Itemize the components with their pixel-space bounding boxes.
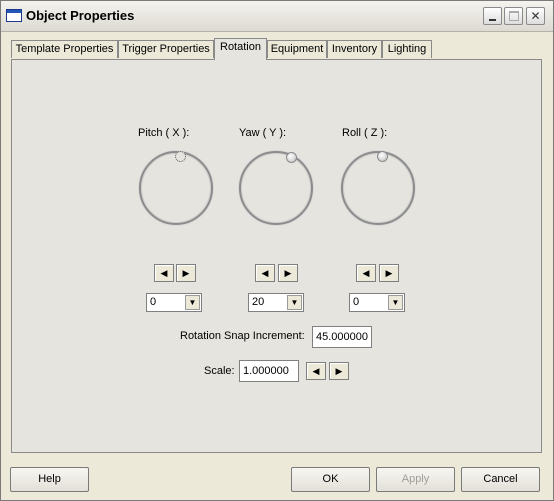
roll-dial-handle[interactable]	[377, 151, 388, 162]
right-arrow-icon: ▶	[182, 268, 190, 278]
tab-lighting[interactable]: Lighting	[382, 40, 432, 58]
yaw-select[interactable]: 20 ▼	[248, 293, 304, 312]
left-arrow-icon: ◀	[362, 268, 370, 278]
rotation-panel: Pitch ( X ): Yaw ( Y ): Roll ( Z ): ◀ ▶ …	[11, 59, 542, 453]
pitch-dial[interactable]	[139, 151, 213, 225]
tab-rotation[interactable]: Rotation	[214, 38, 267, 60]
roll-decrease-button[interactable]: ◀	[356, 264, 376, 282]
object-properties-dialog: Object Properties ✕ Template Properties …	[0, 0, 554, 501]
cancel-button[interactable]: Cancel	[461, 467, 540, 492]
scale-label: Scale:	[204, 365, 235, 377]
roll-label: Roll ( Z ):	[342, 127, 388, 139]
yaw-increase-button[interactable]: ▶	[278, 264, 298, 282]
pitch-increase-button[interactable]: ▶	[176, 264, 196, 282]
ok-button[interactable]: OK	[291, 467, 370, 492]
yaw-label: Yaw ( Y ):	[239, 127, 287, 139]
yaw-decrease-button[interactable]: ◀	[255, 264, 275, 282]
roll-increase-button[interactable]: ▶	[379, 264, 399, 282]
window-icon	[6, 9, 22, 22]
right-arrow-icon: ▶	[284, 268, 292, 278]
left-arrow-icon: ◀	[312, 366, 320, 376]
yaw-select-value: 20	[252, 296, 265, 308]
right-arrow-icon: ▶	[385, 268, 393, 278]
apply-button[interactable]: Apply	[376, 467, 455, 492]
help-button[interactable]: Help	[10, 467, 89, 492]
scale-decrease-button[interactable]: ◀	[306, 362, 326, 380]
chevron-down-icon[interactable]: ▼	[185, 295, 200, 310]
close-icon: ✕	[530, 9, 541, 23]
minimize-button[interactable]	[483, 7, 502, 25]
maximize-icon	[505, 8, 522, 24]
roll-select[interactable]: 0 ▼	[349, 293, 405, 312]
left-arrow-icon: ◀	[160, 268, 168, 278]
tab-trigger-properties[interactable]: Trigger Properties	[118, 40, 214, 58]
close-button[interactable]: ✕	[526, 7, 545, 25]
chevron-down-icon[interactable]: ▼	[287, 295, 302, 310]
pitch-label: Pitch ( X ):	[138, 127, 190, 139]
tab-inventory[interactable]: Inventory	[327, 40, 382, 58]
scale-increase-button[interactable]: ▶	[329, 362, 349, 380]
tab-equipment[interactable]: Equipment	[267, 40, 327, 58]
minimize-icon	[484, 8, 501, 24]
pitch-decrease-button[interactable]: ◀	[154, 264, 174, 282]
pitch-select-value: 0	[150, 296, 157, 308]
snap-increment-label: Rotation Snap Increment:	[180, 330, 305, 342]
snap-increment-input[interactable]: 45.000000	[312, 326, 372, 348]
window-title: Object Properties	[26, 8, 135, 23]
roll-dial[interactable]	[341, 151, 415, 225]
tab-template-properties[interactable]: Template Properties	[11, 40, 118, 58]
title-bar[interactable]: Object Properties ✕	[1, 1, 553, 32]
scale-input[interactable]: 1.000000	[239, 360, 299, 382]
right-arrow-icon: ▶	[335, 366, 343, 376]
pitch-select[interactable]: 0 ▼	[146, 293, 202, 312]
yaw-dial-handle[interactable]	[286, 152, 297, 163]
yaw-dial[interactable]	[239, 151, 313, 225]
maximize-button[interactable]	[504, 7, 523, 25]
chevron-down-icon[interactable]: ▼	[388, 295, 403, 310]
left-arrow-icon: ◀	[261, 268, 269, 278]
pitch-dial-handle[interactable]	[175, 151, 186, 162]
roll-select-value: 0	[353, 296, 360, 308]
